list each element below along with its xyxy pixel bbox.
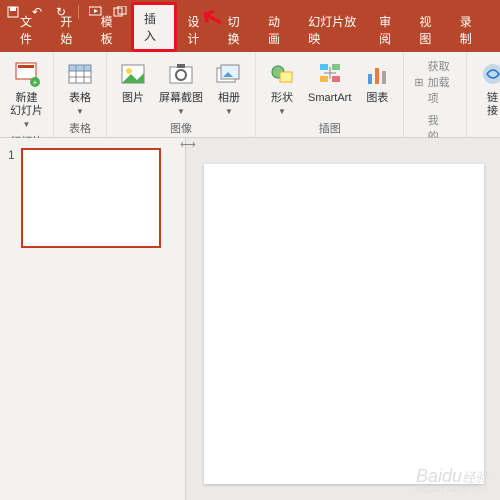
smartart-icon [314, 58, 346, 90]
group-label-images: 图像 [170, 118, 192, 136]
shapes-label: 形状 [271, 92, 293, 105]
group-links: 链 接 [467, 52, 500, 137]
chevron-down-icon: ▼ [76, 107, 84, 116]
group-tables: 表格 ▼ 表格 [54, 52, 107, 137]
shapes-button[interactable]: 形状 ▼ [264, 56, 300, 118]
slide-canvas: ⟷ [186, 138, 500, 500]
album-button[interactable]: 相册 ▼ [211, 56, 247, 118]
resize-handle-icon[interactable]: ⟷ [180, 138, 196, 151]
watermark: Baidu经验 jingyan.baidu.com [415, 467, 488, 494]
store-icon: ⊞ [414, 76, 423, 89]
link-icon [477, 58, 500, 90]
tab-view[interactable]: 视图 [409, 8, 449, 52]
album-label: 相册 [218, 92, 240, 105]
chevron-down-icon: ▼ [23, 120, 31, 129]
new-slide-label: 新建 幻灯片 [10, 92, 43, 118]
content-area: 1 ⟷ [0, 138, 500, 500]
chart-button[interactable]: 图表 [359, 56, 395, 107]
chevron-down-icon: ▼ [225, 107, 233, 116]
group-addins: ⊞获取加载项 ✿我的加载项▼ 加载项 [404, 52, 466, 137]
group-images: 图片 屏幕截图 ▼ 相册 ▼ 图像 [107, 52, 256, 137]
smartart-label: SmartArt [308, 92, 351, 105]
smartart-button[interactable]: SmartArt [306, 56, 353, 107]
tab-insert[interactable]: 插入 [131, 2, 177, 52]
new-slide-button[interactable]: + 新建 幻灯片 ▼ [8, 56, 45, 131]
table-icon [64, 58, 96, 90]
link-label: 链 接 [487, 92, 498, 118]
ribbon-tabs: 文件 开始 模板 插入 设计 切换 动画 幻灯片放映 审阅 视图 录制 [0, 24, 500, 52]
ribbon: + 新建 幻灯片 ▼ 幻灯片 表格 ▼ 表格 图片 屏幕截图 ▼ [0, 52, 500, 138]
screenshot-icon [165, 58, 197, 90]
screenshot-label: 屏幕截图 [159, 92, 203, 105]
picture-icon [117, 58, 149, 90]
chevron-down-icon: ▼ [177, 107, 185, 116]
tab-animations[interactable]: 动画 [258, 8, 298, 52]
svg-text:+: + [32, 78, 37, 87]
table-button[interactable]: 表格 ▼ [62, 56, 98, 118]
slide-thumbnail[interactable] [21, 148, 161, 248]
table-label: 表格 [69, 92, 91, 105]
thumbnail-panel: 1 [0, 138, 186, 500]
link-button[interactable]: 链 接 [475, 56, 500, 120]
tab-home[interactable]: 开始 [50, 8, 90, 52]
get-addins-button[interactable]: ⊞获取加载项 [412, 56, 457, 108]
tab-review[interactable]: 审阅 [369, 8, 409, 52]
tab-transitions[interactable]: 切换 [218, 8, 258, 52]
new-slide-icon: + [11, 58, 43, 90]
group-label-illustrations: 插图 [319, 118, 341, 136]
screenshot-button[interactable]: 屏幕截图 ▼ [157, 56, 205, 118]
slide[interactable] [204, 164, 484, 484]
tab-template[interactable]: 模板 [91, 8, 131, 52]
album-icon [213, 58, 245, 90]
chevron-down-icon: ▼ [278, 107, 286, 116]
shapes-icon [266, 58, 298, 90]
group-illustrations: 形状 ▼ SmartArt 图表 插图 [256, 52, 404, 137]
tab-file[interactable]: 文件 [10, 8, 50, 52]
slide-number: 1 [8, 148, 15, 248]
group-slides: + 新建 幻灯片 ▼ 幻灯片 [0, 52, 54, 137]
tab-design[interactable]: 设计 [177, 8, 217, 52]
tab-slideshow[interactable]: 幻灯片放映 [298, 8, 369, 52]
tab-record[interactable]: 录制 [450, 8, 490, 52]
pictures-label: 图片 [122, 92, 144, 105]
pictures-button[interactable]: 图片 [115, 56, 151, 107]
group-label-tables: 表格 [69, 118, 91, 136]
chart-label: 图表 [366, 92, 388, 105]
chart-icon [361, 58, 393, 90]
